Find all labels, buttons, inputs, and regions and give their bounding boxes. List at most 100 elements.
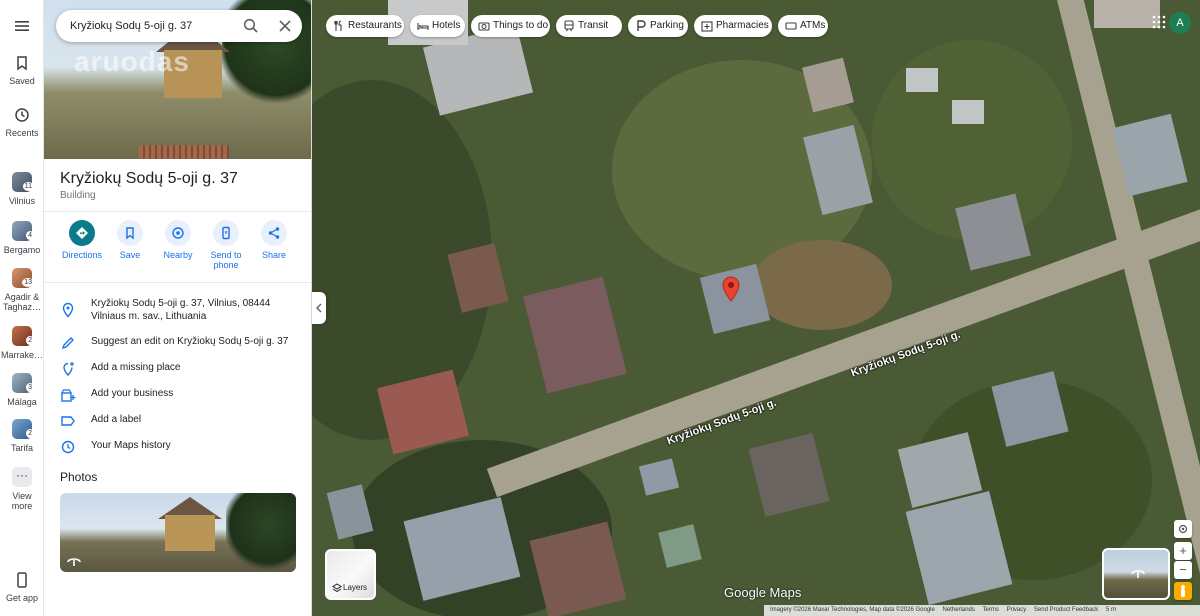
- camera-icon: [478, 22, 490, 31]
- divider: [44, 282, 311, 283]
- account-avatar[interactable]: A: [1169, 12, 1191, 34]
- place-category[interactable]: Building: [60, 190, 96, 201]
- chip-things-to-do[interactable]: Things to do: [471, 15, 550, 37]
- recent-place-label: Málaga: [7, 397, 37, 407]
- collapse-panel-button[interactable]: [312, 292, 326, 324]
- map-building: [906, 68, 938, 92]
- share-label: Share: [261, 250, 287, 260]
- my-location-button[interactable]: [1174, 520, 1192, 538]
- scale-label[interactable]: 5 m: [1106, 607, 1116, 613]
- chip-atms[interactable]: ATMs: [778, 15, 828, 37]
- location-pin-icon: [62, 302, 74, 318]
- nearby-label: Nearby: [163, 250, 193, 260]
- add-business-text: Add your business: [91, 388, 174, 399]
- place-thumbnail: 2: [12, 419, 34, 439]
- feedback-link[interactable]: Send Product Feedback: [1034, 607, 1098, 613]
- close-icon[interactable]: [276, 17, 294, 35]
- saved-button[interactable]: Saved: [0, 54, 44, 86]
- menu-button[interactable]: [0, 17, 44, 39]
- search-icon[interactable]: [242, 17, 260, 35]
- maps-history-text: Your Maps history: [91, 440, 171, 451]
- imagery-credit: Imagery ©2026 Maxar Technologies, Map da…: [770, 607, 935, 613]
- phone-send-icon: [222, 226, 230, 240]
- transit-icon: [564, 20, 574, 32]
- chip-hotels[interactable]: Hotels: [410, 15, 465, 37]
- history-icon: [15, 108, 29, 122]
- missing-place-text: Add a missing place: [91, 362, 181, 373]
- phone-icon: [17, 572, 27, 588]
- recent-place-label: Marrake…: [0, 350, 43, 360]
- country-link[interactable]: Netherlands: [943, 607, 975, 613]
- apps-grid-icon[interactable]: [1152, 15, 1166, 29]
- map-footer: Imagery ©2026 Maxar Technologies, Map da…: [764, 605, 1200, 616]
- share-icon: [268, 227, 280, 239]
- pegman-icon: [1181, 585, 1185, 597]
- action-bar: Directions Save Nearby Send to phone Sha…: [44, 220, 311, 276]
- photo-tree: [226, 493, 296, 572]
- chip-transit[interactable]: Transit: [556, 15, 622, 37]
- location-marker-icon[interactable]: [722, 276, 740, 302]
- share-button[interactable]: Share: [248, 220, 300, 260]
- street-view-thumbnail[interactable]: [1102, 548, 1170, 600]
- chip-parking[interactable]: Parking: [628, 15, 688, 37]
- recents-label: Recents: [5, 128, 39, 138]
- left-rail: Saved Recents 11 Vilnius 4 Bergamo 13 Ag…: [0, 0, 44, 616]
- zoom-in-button[interactable]: +: [1174, 542, 1192, 560]
- layers-label: Layers: [343, 583, 368, 592]
- view-more-button[interactable]: ··· View more: [0, 467, 44, 511]
- atm-icon: [785, 22, 797, 30]
- save-button[interactable]: Save: [104, 220, 156, 260]
- recent-place-malaga[interactable]: 3 Málaga: [0, 373, 44, 407]
- recent-place-bergamo[interactable]: 4 Bergamo: [0, 221, 44, 255]
- get-app-button[interactable]: Get app: [0, 571, 44, 603]
- layers-button[interactable]: Layers: [325, 549, 376, 600]
- divider: [44, 211, 311, 212]
- more-icon: ···: [12, 467, 32, 487]
- directions-button[interactable]: Directions: [56, 220, 108, 260]
- crosshair-icon: [1178, 524, 1188, 534]
- terms-link[interactable]: Terms: [983, 607, 999, 613]
- chip-pharmacies[interactable]: Pharmacies: [694, 15, 772, 37]
- recent-place-label: Vilnius: [8, 196, 36, 206]
- hero-fence: [139, 145, 229, 159]
- street-view-photo[interactable]: [60, 493, 296, 572]
- street-view-icon: [1131, 570, 1145, 578]
- chip-restaurants[interactable]: Restaurants: [326, 15, 404, 37]
- maps-app: Saved Recents 11 Vilnius 4 Bergamo 13 Ag…: [0, 0, 1200, 616]
- minus-icon: −: [1179, 562, 1187, 577]
- photos-heading: Photos: [60, 470, 98, 484]
- street-view-icon: [67, 558, 81, 566]
- place-panel: aruodas Kryžiokų Sodų 5-oji g. 37 Buildi…: [44, 0, 312, 616]
- recents-button[interactable]: Recents: [0, 106, 44, 138]
- place-thumbnail: 13: [12, 268, 34, 288]
- hamburger-icon: [15, 21, 29, 31]
- place-thumbnail: 4: [12, 221, 34, 241]
- add-label-text: Add a label: [91, 414, 142, 425]
- search-input[interactable]: [70, 17, 230, 35]
- privacy-link[interactable]: Privacy: [1007, 607, 1027, 613]
- address-text: Kryžiokų Sodų 5-oji g. 37, Vilnius, 0844…: [91, 298, 271, 322]
- recent-place-label: Bergamo: [3, 245, 41, 255]
- photo-house: [165, 515, 215, 551]
- label-icon: [61, 416, 75, 426]
- zoom-out-button[interactable]: −: [1174, 561, 1192, 579]
- pegman-button[interactable]: [1174, 582, 1192, 600]
- satellite-map[interactable]: Kryžiokų Sodų 5-oji g. Kryžiokų Sodų 5-o…: [312, 0, 1200, 616]
- recent-place-tarifa[interactable]: 2 Tarifa: [0, 419, 44, 453]
- directions-icon: [76, 227, 88, 239]
- parking-icon: [637, 20, 646, 31]
- map-garden: [752, 240, 892, 330]
- nearby-button[interactable]: Nearby: [152, 220, 204, 260]
- recent-place-marrakech[interactable]: 2 Marrake…: [0, 326, 44, 360]
- recent-place-vilnius[interactable]: 11 Vilnius: [0, 172, 44, 206]
- layers-icon: [332, 583, 342, 593]
- directions-label: Directions: [61, 250, 102, 260]
- map-building: [638, 458, 680, 496]
- map-building: [952, 100, 984, 124]
- pharmacy-icon: [701, 21, 713, 32]
- recent-place-label: Tarifa: [10, 443, 33, 453]
- map-solar-building: [748, 433, 830, 517]
- send-to-phone-button[interactable]: Send to phone: [200, 220, 252, 270]
- search-box: [56, 10, 302, 42]
- recent-place-agadir[interactable]: 13 Agadir & Taghaz…: [0, 268, 44, 312]
